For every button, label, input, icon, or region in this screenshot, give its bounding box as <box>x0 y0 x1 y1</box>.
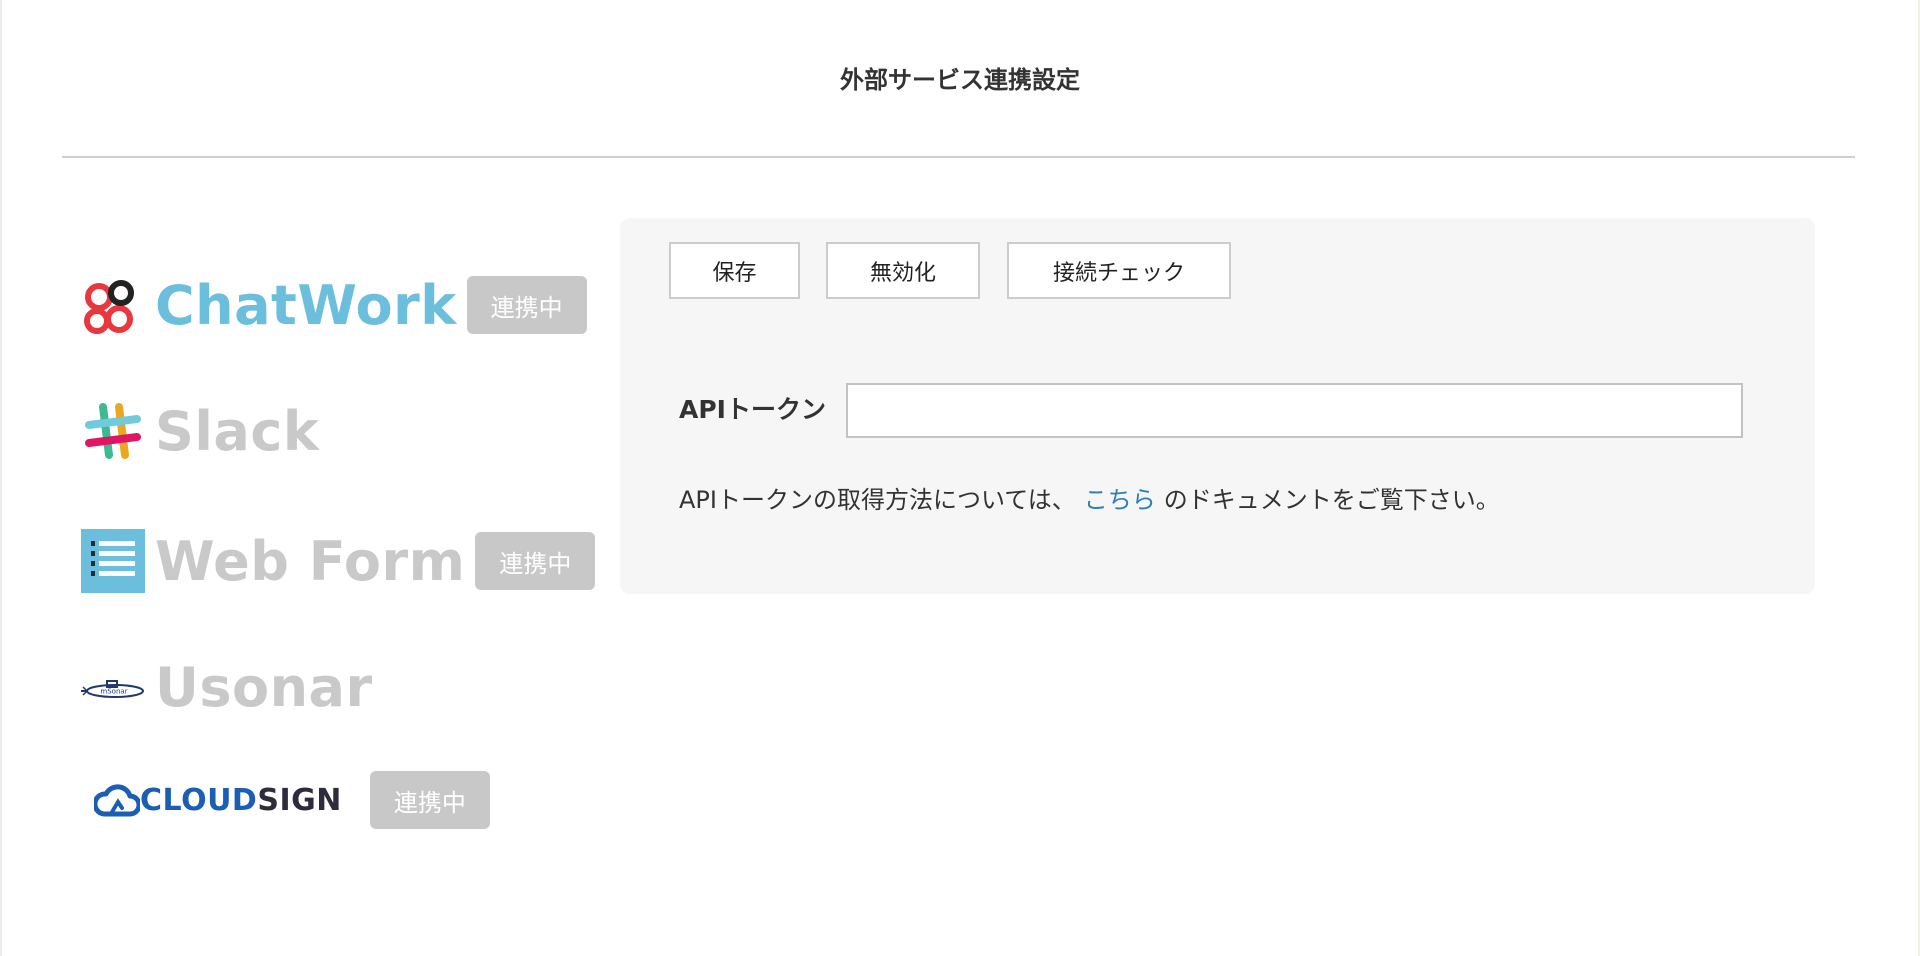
save-button[interactable]: 保存 <box>669 242 800 299</box>
disable-button[interactable]: 無効化 <box>826 242 980 299</box>
api-token-input[interactable] <box>846 383 1743 438</box>
cloudsign-wordmark-sign: SIGN <box>257 782 342 818</box>
api-token-help-text: APIトークンの取得方法については、 こちら のドキュメントをご覧下さい。 <box>679 480 1500 515</box>
service-name-usonar: Usonar <box>155 655 373 719</box>
service-item-usonar[interactable]: mSonar Usonar <box>80 652 373 722</box>
help-text-suffix: のドキュメントをご覧下さい。 <box>1163 486 1500 514</box>
connection-check-button[interactable]: 接続チェック <box>1007 242 1231 299</box>
service-name-chatwork: ChatWork <box>155 273 457 337</box>
usonar-submarine-icon: mSonar <box>80 655 145 720</box>
linked-status-badge: 連携中 <box>466 276 587 334</box>
api-token-label: APIトークン <box>679 395 826 424</box>
slack-logo-icon <box>80 399 145 464</box>
linked-status-badge: 連携中 <box>369 771 490 829</box>
service-name-slack: Slack <box>155 399 320 463</box>
chatwork-logo-icon <box>80 273 145 338</box>
cloudsign-wordmark-cloud: CLOUD <box>140 782 258 818</box>
cloudsign-cloud-icon <box>94 784 140 817</box>
web-form-list-icon <box>80 529 145 594</box>
cloudsign-logo: CLOUDSIGN <box>94 765 342 835</box>
service-item-slack[interactable]: Slack <box>80 396 319 466</box>
service-settings-panel: 保存 無効化 接続チェック APIトークン APIトークンの取得方法については、… <box>620 218 1815 594</box>
service-item-web-form[interactable]: Web Form 連携中 <box>80 526 596 596</box>
documentation-link[interactable]: こちら <box>1084 486 1156 514</box>
title-divider <box>62 156 1855 158</box>
linked-status-badge: 連携中 <box>475 532 596 590</box>
page-title: 外部サービス連携設定 <box>840 66 1080 94</box>
help-text-prefix: APIトークンの取得方法については、 <box>679 486 1076 514</box>
service-item-chatwork[interactable]: ChatWork 連携中 <box>80 270 587 340</box>
svg-text:mSonar: mSonar <box>100 688 127 696</box>
cloudsign-wordmark: CLOUDSIGN <box>140 783 342 818</box>
service-name-web-form: Web Form <box>155 529 466 593</box>
service-item-cloudsign[interactable]: CLOUDSIGN 連携中 <box>94 765 490 835</box>
left-edge-rail <box>0 0 2 956</box>
